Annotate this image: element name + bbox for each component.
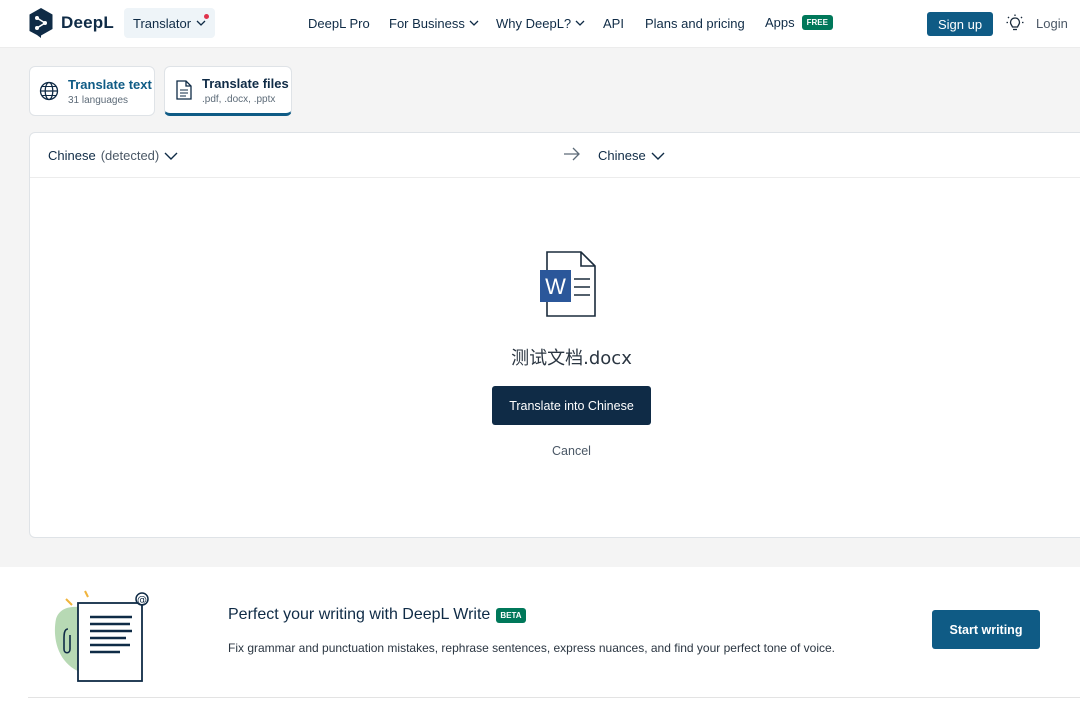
- translator-menu[interactable]: Translator: [124, 8, 216, 38]
- tab-translate-text-subtitle: 31 languages: [68, 94, 129, 106]
- writing-illustration: @: [54, 590, 149, 682]
- start-writing-button[interactable]: Start writing: [932, 610, 1040, 649]
- tab-translate-files[interactable]: Translate files .pdf, .docx, .pptx: [164, 66, 292, 116]
- word-doc-icon: W: [540, 251, 596, 317]
- logo-wordmark: DeepL: [61, 13, 114, 32]
- free-badge: FREE: [801, 15, 833, 30]
- tab-translate-files-subtitle: .pdf, .docx, .pptx: [202, 93, 276, 105]
- beta-badge: BETA: [496, 607, 526, 623]
- translate-into-chinese-button[interactable]: Translate into Chinese: [492, 386, 651, 425]
- document-icon: [176, 80, 192, 100]
- word-letter: W: [545, 274, 566, 299]
- sign-up-button[interactable]: Sign up: [927, 12, 993, 36]
- source-detected-label: (detected): [100, 148, 160, 163]
- tab-translate-files-title: Translate files: [202, 75, 289, 91]
- svg-text:@: @: [137, 595, 147, 606]
- nav-plans-pricing[interactable]: Plans and pricing: [645, 16, 745, 31]
- arrow-right-icon: [564, 147, 580, 161]
- deepl-logo-icon: [29, 8, 53, 38]
- tab-translate-text[interactable]: Translate text 31 languages: [29, 66, 155, 116]
- file-name: 测试文档.docx: [511, 348, 632, 369]
- notification-dot: [204, 14, 210, 19]
- promo-description: Fix grammar and punctuation mistakes, re…: [228, 641, 835, 655]
- globe-icon: [39, 81, 59, 101]
- nav-api[interactable]: API: [603, 16, 624, 31]
- target-language-select[interactable]: Chinese: [598, 148, 665, 163]
- file-translator-card: Chinese (detected) Chinese W 测试文档.docx T…: [29, 132, 1080, 538]
- login-link[interactable]: Login: [1036, 16, 1068, 31]
- target-language-label: Chinese: [598, 148, 646, 163]
- promo-title-text: Perfect your writing with DeepL Write: [228, 606, 491, 623]
- language-bar: Chinese (detected) Chinese: [30, 133, 1080, 178]
- chevron-down-icon: [196, 20, 206, 26]
- chevron-down-icon: [651, 152, 665, 160]
- cancel-link[interactable]: Cancel: [552, 444, 591, 458]
- translator-label: Translator: [133, 15, 192, 31]
- deepl-logo[interactable]: DeepL: [28, 7, 114, 39]
- nav-deepl-pro[interactable]: DeepL Pro: [308, 16, 370, 31]
- chevron-down-icon: [575, 20, 585, 26]
- nav-why-deepl[interactable]: Why DeepL?: [496, 16, 585, 31]
- tab-translate-text-title: Translate text: [68, 76, 152, 92]
- source-language-select[interactable]: Chinese (detected): [48, 148, 178, 163]
- nav-for-business[interactable]: For Business: [389, 16, 479, 31]
- chevron-down-icon: [469, 20, 479, 26]
- top-header: DeepL Translator DeepL Pro For Business …: [0, 0, 1080, 48]
- theme-lightbulb-icon[interactable]: [1006, 14, 1024, 34]
- nav-apps[interactable]: Apps FREE: [765, 15, 833, 30]
- deepl-write-promo: @ Perfect your writing with DeepL Write …: [0, 567, 1080, 720]
- promo-title: Perfect your writing with DeepL Write BE…: [228, 606, 526, 624]
- divider: [28, 697, 1080, 698]
- source-language-label: Chinese: [48, 148, 96, 163]
- chevron-down-icon: [164, 152, 178, 160]
